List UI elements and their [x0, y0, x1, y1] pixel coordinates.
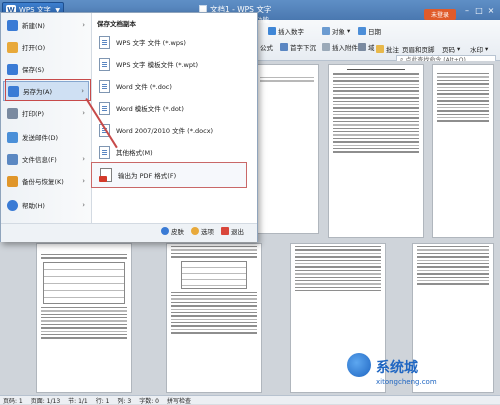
status-word-count: 字数: 0	[139, 397, 159, 405]
menu-item-print[interactable]: 打印(P) ›	[3, 103, 89, 123]
page-thumbnail[interactable]	[412, 243, 494, 393]
exit-button[interactable]: 退出	[221, 226, 244, 236]
login-button[interactable]: 未登录	[424, 9, 456, 20]
exit-icon	[221, 227, 229, 235]
header-footer-button[interactable]: 页眉和页脚	[402, 44, 435, 54]
comment-button[interactable]: 批注	[376, 44, 399, 54]
close-icon[interactable]: ×	[486, 6, 496, 15]
field-icon	[358, 43, 366, 51]
page-thumbnail[interactable]	[432, 64, 494, 238]
menu-footer	[1, 223, 257, 242]
insert-number-button[interactable]: 插入数字	[268, 26, 304, 36]
printer-icon	[7, 107, 18, 119]
comment-icon	[376, 45, 384, 53]
table-figure	[43, 261, 125, 304]
skin-button[interactable]: 皮肤	[161, 226, 184, 236]
table-figure	[181, 260, 247, 289]
chevron-right-icon: ›	[82, 21, 85, 29]
new-doc-icon	[7, 19, 18, 31]
page-number-button[interactable]: 页码 ▾	[442, 44, 460, 54]
watermark-text: 系统城	[376, 360, 418, 376]
wps-file-icon	[99, 35, 110, 49]
save-as-wpt[interactable]: WPS 文字 模板文件 (*.wpt)	[93, 53, 253, 75]
status-page: 页码: 1	[3, 397, 23, 405]
formula-button[interactable]: 公式	[260, 42, 273, 52]
page-thumbnail[interactable]	[290, 243, 386, 393]
number-icon	[268, 27, 276, 35]
save-as-dot[interactable]: Word 模板文件 (*.dot)	[93, 97, 253, 119]
other-format-icon	[99, 145, 110, 159]
status-column: 列: 3	[117, 397, 132, 405]
dot-file-icon	[99, 101, 110, 115]
mail-icon	[7, 131, 18, 143]
watermark-url: xitongcheng.com	[376, 378, 437, 386]
menu-item-send-mail[interactable]: 发送邮件(D)	[3, 127, 89, 147]
page-thumbnail[interactable]	[36, 243, 132, 393]
menu-item-save[interactable]: 保存(S)	[3, 59, 89, 79]
spell-check-toggle[interactable]: 拼写检查	[167, 396, 191, 405]
status-section: 节: 1/1	[68, 397, 88, 405]
submenu-title: 保存文档副本	[97, 20, 136, 28]
file-info-icon	[7, 153, 18, 165]
page-thumbnail[interactable]	[255, 64, 319, 234]
save-as-docx[interactable]: Word 2007/2010 文件 (*.docx)	[93, 119, 253, 141]
watermark-logo-icon	[347, 353, 371, 377]
object-icon	[322, 27, 330, 35]
wpt-file-icon	[99, 57, 110, 71]
chevron-right-icon: ›	[82, 155, 85, 163]
date-button[interactable]: 日期	[358, 26, 381, 36]
save-as-other[interactable]: 其他格式(M)	[93, 141, 253, 163]
doc-file-icon	[99, 79, 110, 93]
save-as-doc[interactable]: Word 文件 (*.doc)	[93, 75, 253, 97]
app-menu: 新建(N) › 打开(O) 保存(S) 另存为(A) › 打印(P) › 发送邮…	[0, 12, 258, 242]
page-thumbnail[interactable]	[328, 64, 424, 238]
chevron-right-icon: ›	[82, 109, 85, 117]
save-icon	[7, 63, 18, 75]
status-row: 行: 1	[95, 397, 110, 405]
maximize-icon[interactable]: □	[474, 6, 484, 15]
menu-item-help[interactable]: 帮助(H) ›	[3, 195, 89, 215]
drop-cap-button[interactable]: 首字下沉	[280, 42, 316, 52]
menu-item-file-info[interactable]: 文件信息(F) ›	[3, 149, 89, 169]
calendar-icon	[358, 27, 366, 35]
field-button[interactable]: 域	[358, 42, 375, 52]
open-folder-icon	[7, 41, 18, 53]
shirt-icon	[161, 227, 169, 235]
save-as-wps[interactable]: WPS 文字 文件 (*.wps)	[93, 31, 253, 53]
chevron-right-icon: ›	[82, 177, 85, 185]
object-button[interactable]: 对象 ▾	[322, 26, 350, 36]
export-pdf-button[interactable]: 输出为 PDF 格式(F)	[91, 162, 247, 188]
help-icon	[7, 199, 18, 211]
menu-item-open[interactable]: 打开(O)	[3, 37, 89, 57]
chevron-right-icon: ›	[82, 201, 85, 209]
insert-attachment-button[interactable]: 插入附件	[322, 42, 358, 52]
backup-icon	[7, 175, 18, 187]
menu-item-backup[interactable]: 备份与恢复(K) ›	[3, 171, 89, 191]
minimize-icon[interactable]: –	[462, 6, 472, 15]
menu-item-new[interactable]: 新建(N) ›	[3, 15, 89, 35]
pdf-icon	[99, 168, 112, 182]
annotation-highlight	[5, 79, 91, 101]
status-bar: 页码: 1 页面: 1/13 节: 1/1 行: 1 列: 3 字数: 0 拼写…	[0, 395, 500, 405]
paperclip-icon	[322, 43, 330, 51]
drop-cap-icon	[280, 43, 288, 51]
options-button[interactable]: 选项	[191, 226, 214, 236]
gear-icon	[191, 227, 199, 235]
page-thumbnail[interactable]	[166, 243, 262, 393]
watermark-button[interactable]: 水印 ▾	[470, 44, 488, 54]
status-page-count: 页面: 1/13	[30, 397, 61, 405]
